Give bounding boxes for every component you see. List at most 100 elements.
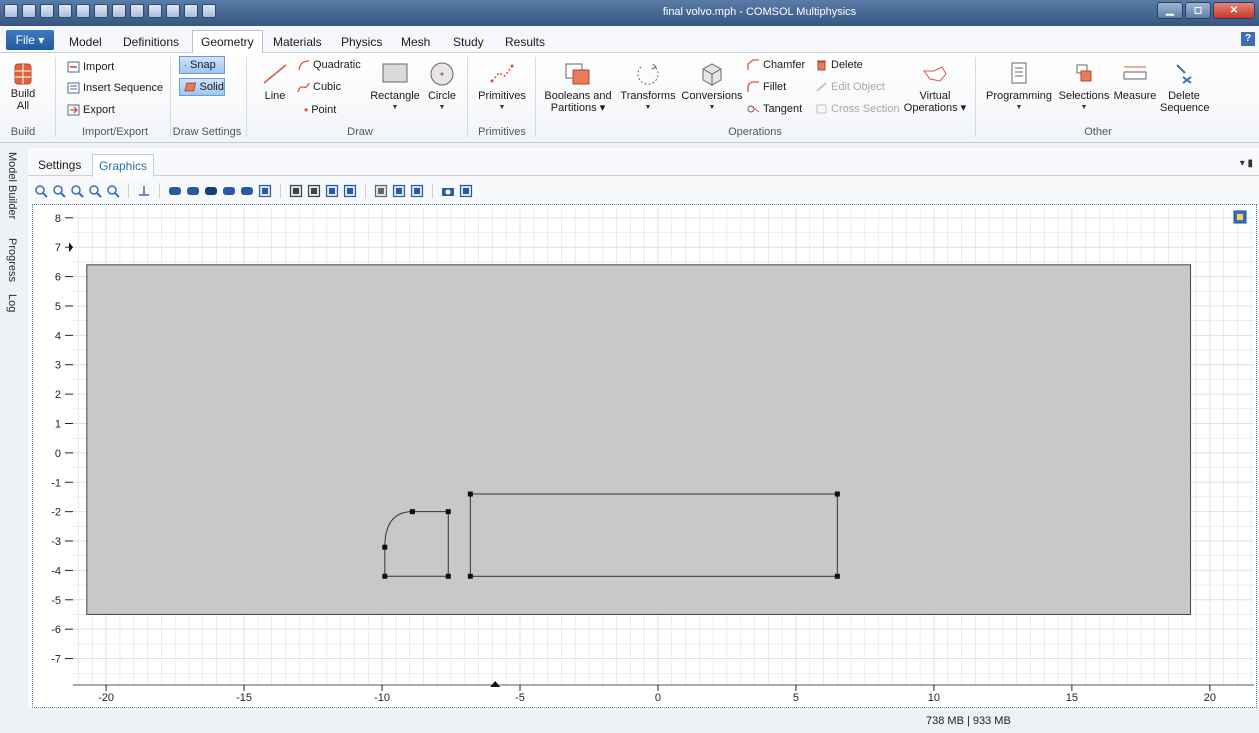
side-tab-strip: Model Builder Progress Log [0, 144, 28, 704]
axis-icon[interactable] [137, 184, 151, 198]
title-bar: final volvo.mph - COMSOL Multiphysics ▁ … [0, 0, 1259, 26]
delete-sequence-button[interactable]: Delete Sequence [1160, 61, 1210, 114]
export-button[interactable]: Export [67, 104, 115, 116]
tab-study[interactable]: Study [453, 35, 484, 49]
insert-sequence-button[interactable]: Insert Sequence [67, 82, 163, 94]
wireframe-icon[interactable] [307, 184, 321, 198]
vertex-point [382, 544, 388, 550]
delete-icon [817, 60, 826, 71]
tangent-button[interactable]: Tangent [747, 103, 802, 115]
virtual-operations-button[interactable]: Virtual Operations ▾ [900, 61, 970, 114]
toolbar-separator [280, 184, 281, 198]
rectangle-button[interactable]: Rectangle ▼ [369, 61, 421, 114]
x-tick-label: -5 [515, 692, 525, 704]
tab-geometry[interactable]: Geometry [192, 30, 263, 54]
conversions-button[interactable]: Conversions ▼ [680, 61, 744, 114]
booleans-partitions-button[interactable]: Booleans and Partitions ▾ [542, 61, 614, 114]
graphics-canvas[interactable]: 8 7 6 5 4 3 2 1 0 -1 -2 -3 -4 -5 -6 -7 -20 -15 -10 -5 0 5 10 15… [32, 204, 1257, 708]
reset-icon[interactable] [410, 184, 424, 198]
grid-icon[interactable] [343, 184, 357, 198]
circle-button[interactable]: Circle ▼ [425, 61, 459, 114]
transforms-icon [637, 63, 659, 85]
cubic-icon [297, 82, 310, 93]
chamfer-button[interactable]: Chamfer [747, 59, 805, 71]
quadratic-icon [298, 60, 310, 71]
edit-object-button[interactable]: Edit Object [815, 81, 885, 93]
tab-graphics-panel[interactable]: Graphics [92, 154, 155, 177]
maximize-button[interactable]: ◻ [1185, 2, 1211, 19]
file-menu-button[interactable]: File ▾ [6, 30, 54, 50]
selections-button[interactable]: Selections ▼ [1058, 61, 1110, 114]
group-operations-label: Operations [728, 126, 782, 138]
panel-menu-icon[interactable]: ▾ ▮ [1240, 158, 1253, 169]
transparency-icon[interactable] [289, 184, 303, 198]
clear-selection-icon[interactable] [258, 184, 272, 198]
point-button[interactable]: • Point [304, 103, 336, 117]
programming-icon [1011, 62, 1027, 84]
booleans-icon [565, 63, 590, 85]
tab-settings-panel[interactable]: Settings [38, 158, 81, 172]
virtual-operations-icon [923, 66, 947, 82]
build-all-button[interactable]: Build All [10, 63, 36, 112]
x-tick-label: 0 [655, 692, 661, 704]
primitives-button[interactable]: Primitives ▼ [474, 61, 530, 114]
minimize-button[interactable]: ▁ [1157, 2, 1183, 19]
close-button[interactable]: ✕ [1213, 2, 1255, 19]
toolbar-separator [128, 184, 129, 198]
tab-progress[interactable]: Progress [6, 238, 18, 282]
solid-toggle[interactable]: Solid [179, 78, 225, 96]
rectangle-icon [382, 63, 408, 83]
tab-mesh[interactable]: Mesh [401, 35, 430, 49]
measure-button[interactable]: Measure [1112, 61, 1158, 102]
camera-icon[interactable] [441, 184, 455, 198]
line-icon [263, 64, 287, 84]
tab-definitions[interactable]: Definitions [123, 35, 179, 49]
fillet-icon [747, 81, 759, 92]
geometry-plot[interactable]: 876543210-1-2-3-4-5-6-7-20 -15 -10 -5 0 5 10 15… [33, 205, 1256, 707]
snap-toggle[interactable]: · Snap [179, 56, 225, 74]
zoom-extents-icon[interactable] [106, 184, 120, 198]
quadratic-button[interactable]: Quadratic [297, 59, 361, 71]
x-cursor-marker [490, 681, 501, 687]
select-domains-icon[interactable] [186, 184, 200, 198]
build-all-icon [14, 63, 32, 85]
tab-physics[interactable]: Physics [341, 35, 382, 49]
zoom-in-icon[interactable] [34, 184, 48, 198]
tab-results[interactable]: Results [505, 35, 545, 49]
select-edges-icon[interactable] [222, 184, 236, 198]
window-title: final volvo.mph - COMSOL Multiphysics [662, 6, 857, 18]
y-tick-label: 8 [55, 213, 61, 225]
render-icon[interactable] [325, 184, 339, 198]
selections-icon [1076, 64, 1092, 82]
import-button[interactable]: Import [67, 61, 114, 73]
tab-materials[interactable]: Materials [273, 35, 322, 49]
tab-model[interactable]: Model [69, 35, 102, 49]
select-boundaries-icon[interactable] [204, 184, 218, 198]
zoom-selected-icon[interactable] [88, 184, 102, 198]
select-objects-icon[interactable] [168, 184, 182, 198]
zoom-box-icon[interactable] [70, 184, 84, 198]
zoom-out-icon[interactable] [52, 184, 66, 198]
fillet-button[interactable]: Fillet [747, 81, 786, 93]
y-tick-label: -3 [51, 536, 61, 548]
tab-log[interactable]: Log [6, 294, 18, 312]
cross-section-button[interactable]: Cross Section [815, 103, 899, 115]
show-icon[interactable] [392, 184, 406, 198]
vertex-point [834, 491, 840, 497]
programming-button[interactable]: Programming ▼ [983, 61, 1055, 114]
vertex-point [382, 573, 388, 579]
select-points-icon[interactable] [240, 184, 254, 198]
outer-domain [86, 264, 1192, 615]
cross-section-icon [816, 104, 827, 114]
x-tick-label: 20 [1204, 692, 1216, 704]
line-button[interactable]: Line [258, 61, 292, 102]
tab-model-builder[interactable]: Model Builder [6, 152, 18, 219]
cubic-button[interactable]: Cubic [297, 81, 341, 93]
delete-button[interactable]: Delete [815, 59, 863, 71]
x-tick-label: -10 [374, 692, 390, 704]
transforms-button[interactable]: Transforms ▼ [618, 61, 678, 114]
ribbon-tab-bar: File ▾ Model Definitions Geometry Materi… [0, 26, 1259, 54]
hide-icon[interactable] [374, 184, 388, 198]
help-icon[interactable]: ? [1241, 32, 1255, 46]
print-icon[interactable] [459, 184, 473, 198]
